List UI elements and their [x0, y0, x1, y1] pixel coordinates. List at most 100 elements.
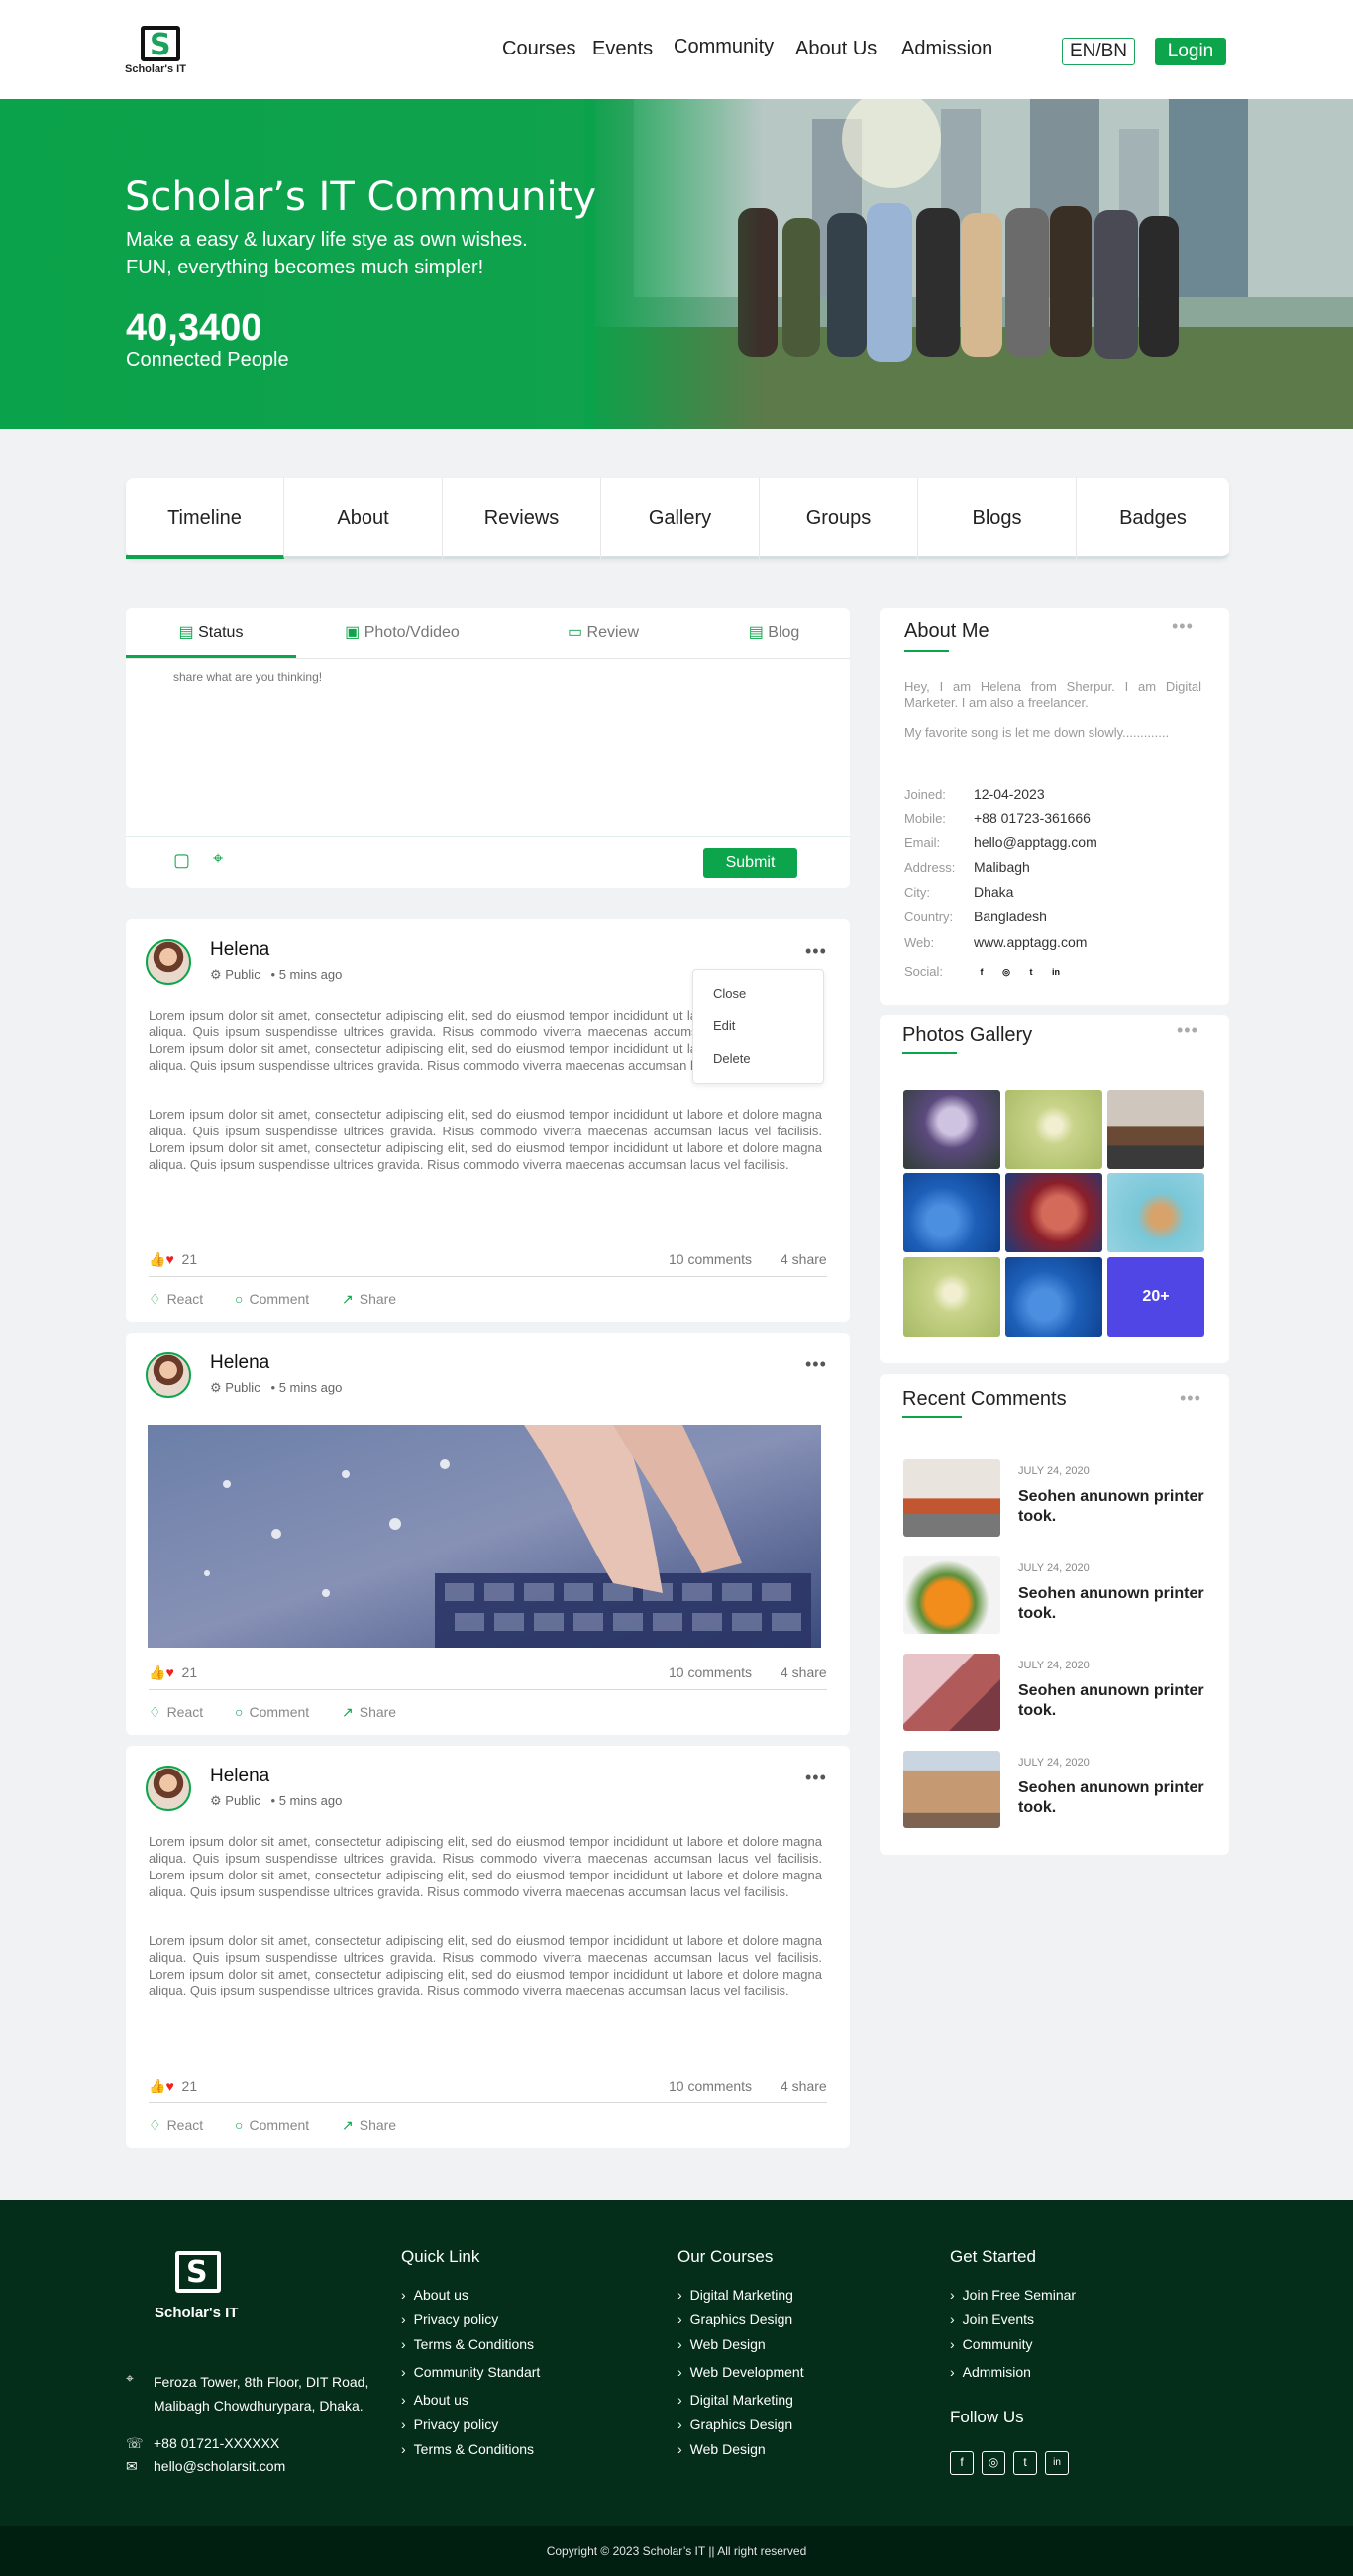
composer-tab-photo-video[interactable]: ▣ Photo/Vdideo	[296, 608, 508, 658]
recent-comment-title[interactable]: Seohen anunown printer took.	[1018, 1584, 1216, 1624]
composer-tab-review[interactable]: ▭ Review	[508, 608, 698, 658]
footer-started-link[interactable]: Join Free Seminar	[950, 2287, 1076, 2303]
more-options-icon[interactable]: •••	[805, 941, 827, 962]
share-button[interactable]: ↗ Share	[342, 2117, 396, 2134]
comment-count[interactable]: 10 comments	[669, 2078, 752, 2093]
comment-count[interactable]: 10 comments	[669, 1664, 752, 1680]
footer-started-link[interactable]: Community	[950, 2336, 1033, 2352]
recent-comment-title[interactable]: Seohen anunown printer took.	[1018, 1487, 1216, 1527]
footer-link[interactable]: Terms & Conditions	[401, 2441, 534, 2457]
react-button[interactable]: ♢ React	[149, 1291, 203, 1308]
comment-button[interactable]: ○ Comment	[235, 1704, 309, 1720]
nav-community[interactable]: Community	[674, 36, 774, 58]
field-value-web[interactable]: www.apptagg.com	[974, 934, 1087, 950]
status-input[interactable]	[173, 670, 807, 818]
tab-blogs[interactable]: Blogs	[918, 478, 1077, 559]
gallery-photo[interactable]	[1005, 1257, 1102, 1337]
facebook-icon[interactable]: f	[974, 964, 989, 980]
more-options-icon[interactable]: •••	[1180, 1388, 1201, 1409]
gallery-photo[interactable]	[903, 1173, 1000, 1252]
recent-comment-thumb[interactable]	[903, 1654, 1000, 1731]
footer-course-link[interactable]: Web Design	[677, 2441, 766, 2457]
gallery-photo[interactable]	[1005, 1090, 1102, 1169]
login-button[interactable]: Login	[1155, 38, 1226, 65]
comment-button[interactable]: ○ Comment	[235, 1291, 309, 1307]
post-author[interactable]: Helena	[210, 1352, 269, 1374]
footer-course-link[interactable]: Digital Marketing	[677, 2287, 793, 2303]
linkedin-icon[interactable]: in	[1045, 2451, 1069, 2475]
site-logo[interactable]: S Scholar's IT	[125, 22, 194, 79]
footer-logo[interactable]: S Scholar's IT	[151, 2247, 260, 2326]
react-button[interactable]: ♢ React	[149, 2117, 203, 2134]
footer-course-link[interactable]: Web Development	[677, 2364, 804, 2380]
footer-link[interactable]: Terms & Conditions	[401, 2336, 534, 2352]
footer-course-link[interactable]: Graphics Design	[677, 2416, 793, 2432]
instagram-icon[interactable]: ◎	[998, 964, 1014, 980]
share-button[interactable]: ↗ Share	[342, 1291, 396, 1308]
avatar[interactable]	[146, 939, 191, 985]
menu-close[interactable]: Close	[713, 986, 746, 1001]
gallery-photo[interactable]	[1005, 1173, 1102, 1252]
twitter-icon[interactable]: t	[1023, 964, 1039, 980]
tab-reviews[interactable]: Reviews	[443, 478, 601, 559]
footer-email[interactable]: hello@scholarsit.com	[154, 2458, 285, 2474]
menu-edit[interactable]: Edit	[713, 1019, 735, 1033]
footer-link[interactable]: About us	[401, 2392, 468, 2408]
more-options-icon[interactable]: •••	[805, 1768, 827, 1788]
footer-course-link[interactable]: Graphics Design	[677, 2311, 793, 2327]
footer-link[interactable]: Community Standart	[401, 2364, 541, 2380]
comment-button[interactable]: ○ Comment	[235, 2117, 309, 2133]
recent-comment-thumb[interactable]	[903, 1556, 1000, 1634]
footer-started-link[interactable]: Join Events	[950, 2311, 1034, 2327]
recent-comment-title[interactable]: Seohen anunown printer took.	[1018, 1778, 1216, 1818]
submit-button[interactable]: Submit	[703, 848, 797, 878]
share-count[interactable]: 4 share	[781, 2078, 827, 2093]
more-options-icon[interactable]: •••	[805, 1354, 827, 1375]
language-toggle-button[interactable]: EN/BN	[1062, 38, 1135, 65]
composer-tab-status[interactable]: ▤ Status	[126, 608, 296, 658]
footer-link[interactable]: Privacy policy	[401, 2311, 499, 2327]
share-count[interactable]: 4 share	[781, 1664, 827, 1680]
more-options-icon[interactable]: •••	[1177, 1020, 1198, 1041]
gallery-more-button[interactable]: 20+	[1107, 1257, 1204, 1337]
footer-course-link[interactable]: Web Design	[677, 2336, 766, 2352]
field-value-email[interactable]: hello@apptagg.com	[974, 834, 1097, 850]
instagram-icon[interactable]: ◎	[982, 2451, 1005, 2475]
avatar[interactable]	[146, 1766, 191, 1811]
facebook-icon[interactable]: f	[950, 2451, 974, 2475]
gallery-photo[interactable]	[903, 1257, 1000, 1337]
react-button[interactable]: ♢ React	[149, 1704, 203, 1721]
recent-comment-title[interactable]: Seohen anunown printer took.	[1018, 1681, 1216, 1721]
nav-courses[interactable]: Courses	[502, 38, 575, 60]
footer-course-link[interactable]: Digital Marketing	[677, 2392, 793, 2408]
footer-link[interactable]: About us	[401, 2287, 468, 2303]
footer-started-link[interactable]: Admmision	[950, 2364, 1031, 2380]
nav-about-us[interactable]: About Us	[795, 38, 877, 60]
menu-delete[interactable]: Delete	[713, 1051, 751, 1066]
tab-about[interactable]: About	[284, 478, 443, 559]
tab-gallery[interactable]: Gallery	[601, 478, 760, 559]
gallery-photo[interactable]	[903, 1090, 1000, 1169]
field-value-mobile[interactable]: +88 01723-361666	[974, 810, 1091, 826]
footer-phone[interactable]: +88 01721-XXXXXX	[154, 2435, 279, 2451]
nav-events[interactable]: Events	[592, 38, 653, 60]
twitter-icon[interactable]: t	[1013, 2451, 1037, 2475]
share-count[interactable]: 4 share	[781, 1251, 827, 1267]
avatar[interactable]	[146, 1352, 191, 1398]
recent-comment-thumb[interactable]	[903, 1751, 1000, 1828]
tab-groups[interactable]: Groups	[760, 478, 918, 559]
add-photo-icon[interactable]: ▢	[173, 850, 190, 871]
gallery-photo[interactable]	[1107, 1090, 1204, 1169]
tab-badges[interactable]: Badges	[1077, 478, 1229, 559]
share-button[interactable]: ↗ Share	[342, 1704, 396, 1721]
nav-admission[interactable]: Admission	[901, 38, 992, 60]
recent-comment-thumb[interactable]	[903, 1459, 1000, 1537]
linkedin-icon[interactable]: in	[1048, 964, 1064, 980]
post-author[interactable]: Helena	[210, 939, 269, 961]
gallery-photo[interactable]	[1107, 1173, 1204, 1252]
composer-tab-blog[interactable]: ▤ Blog	[698, 608, 850, 658]
post-author[interactable]: Helena	[210, 1766, 269, 1787]
comment-count[interactable]: 10 comments	[669, 1251, 752, 1267]
tab-timeline[interactable]: Timeline	[126, 478, 284, 559]
footer-link[interactable]: Privacy policy	[401, 2416, 499, 2432]
